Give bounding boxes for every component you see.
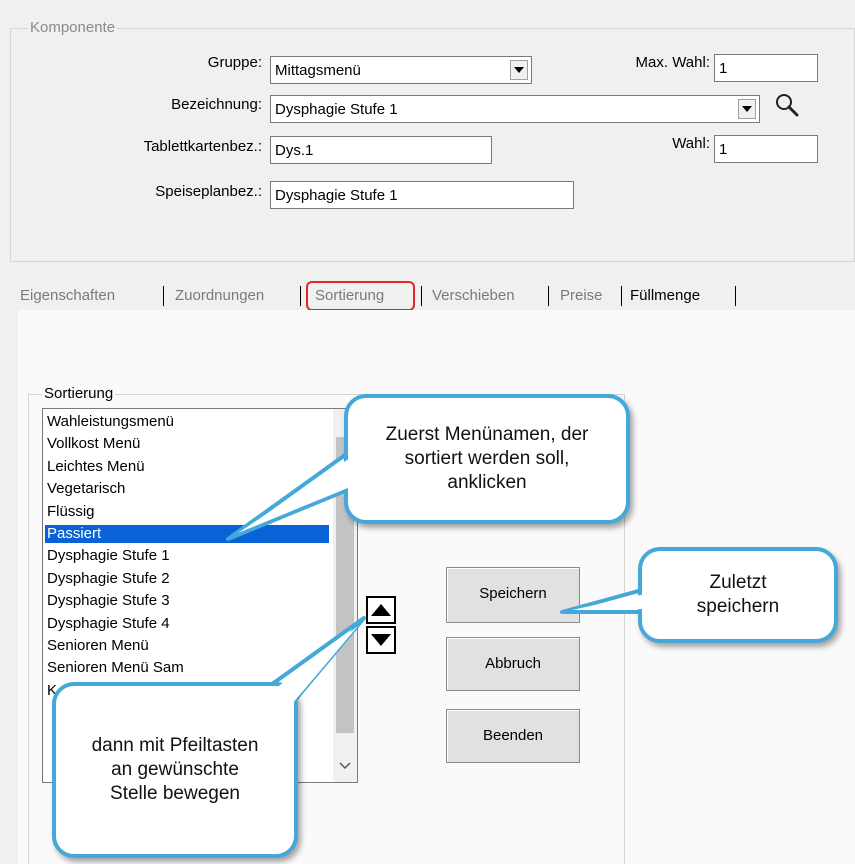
- bezeichnung-label: Bezeichnung:: [171, 96, 262, 113]
- chevron-down-icon: [514, 67, 524, 73]
- tab-separator: [163, 286, 164, 306]
- gruppe-value: Mittagsmenü: [275, 62, 361, 79]
- list-item[interactable]: Passiert: [45, 525, 329, 543]
- gruppe-combobox[interactable]: Mittagsmenü: [270, 56, 532, 84]
- list-item[interactable]: Dysphagie Stufe 4: [45, 615, 329, 633]
- list-item[interactable]: Dysphagie Stufe 2: [45, 570, 329, 588]
- list-item[interactable]: Wahleistungsmenü: [45, 413, 329, 431]
- gruppe-label: Gruppe:: [207, 54, 262, 71]
- arrow-up-icon: [371, 604, 391, 616]
- bezeichnung-dropdown-button[interactable]: [738, 99, 756, 119]
- move-down-button[interactable]: [366, 626, 396, 654]
- tab-separator: [548, 286, 549, 306]
- beenden-label: Beenden: [482, 727, 544, 744]
- move-up-button[interactable]: [366, 596, 396, 624]
- sortierung-title: Sortierung: [42, 385, 116, 402]
- list-item[interactable]: Dysphagie Stufe 1: [45, 547, 329, 565]
- tab-preise[interactable]: Preise: [560, 286, 603, 306]
- arrow-down-icon: [371, 634, 391, 646]
- speichern-button[interactable]: Speichern: [446, 567, 580, 623]
- list-item[interactable]: Leichtes Menü: [45, 458, 329, 476]
- callout-arrows: dann mit Pfeiltasten an gewünschte Stell…: [52, 682, 298, 858]
- speiseplan-input[interactable]: Dysphagie Stufe 1: [270, 181, 574, 209]
- list-item[interactable]: Vegetarisch: [45, 480, 329, 498]
- tab-eigenschaften[interactable]: Eigenschaften: [20, 286, 115, 306]
- max-wahl-label: Max. Wahl:: [635, 54, 710, 71]
- tab-verschieben[interactable]: Verschieben: [432, 286, 515, 306]
- list-item[interactable]: Vollkost Menü: [45, 435, 329, 453]
- tab-separator: [735, 286, 736, 306]
- bezeichnung-value: Dysphagie Stufe 1: [275, 101, 398, 118]
- magnifier-icon[interactable]: [772, 90, 802, 120]
- list-item[interactable]: Dysphagie Stufe 3: [45, 592, 329, 610]
- beenden-button[interactable]: Beenden: [446, 709, 580, 763]
- wahl-label: Wahl:: [672, 135, 710, 152]
- tablettkarten-input[interactable]: Dys.1: [270, 136, 492, 164]
- gruppe-dropdown-button[interactable]: [510, 60, 528, 80]
- chevron-down-icon: [742, 106, 752, 112]
- tab-separator: [300, 286, 301, 306]
- tab-separator: [621, 286, 622, 306]
- max-wahl-input[interactable]: 1: [714, 54, 818, 82]
- abbruch-button[interactable]: Abbruch: [446, 637, 580, 691]
- callout-first-select: Zuerst Menünamen, der sortiert werden so…: [344, 394, 630, 524]
- list-item[interactable]: Senioren Menü: [45, 637, 329, 655]
- bezeichnung-combobox[interactable]: Dysphagie Stufe 1: [270, 95, 760, 123]
- tab-zuordnungen[interactable]: Zuordnungen: [175, 286, 264, 306]
- tab-fuellmenge[interactable]: Füllmenge: [630, 286, 700, 306]
- tab-separator: [421, 286, 422, 306]
- abbruch-label: Abbruch: [485, 655, 541, 672]
- callout-save: Zuletzt speichern: [638, 547, 838, 643]
- tablettkarten-label: Tablettkartenbez.:: [143, 138, 262, 155]
- speiseplan-label: Speiseplanbez.:: [155, 183, 262, 200]
- tab-sortierung-highlight: [306, 281, 415, 311]
- komponente-title: Komponente: [28, 19, 118, 36]
- scroll-down-icon[interactable]: [339, 759, 351, 771]
- list-item[interactable]: Flüssig: [45, 503, 329, 521]
- list-item[interactable]: Senioren Menü Sam: [45, 659, 329, 677]
- speichern-label: Speichern: [479, 585, 547, 602]
- wahl-input[interactable]: 1: [714, 135, 818, 163]
